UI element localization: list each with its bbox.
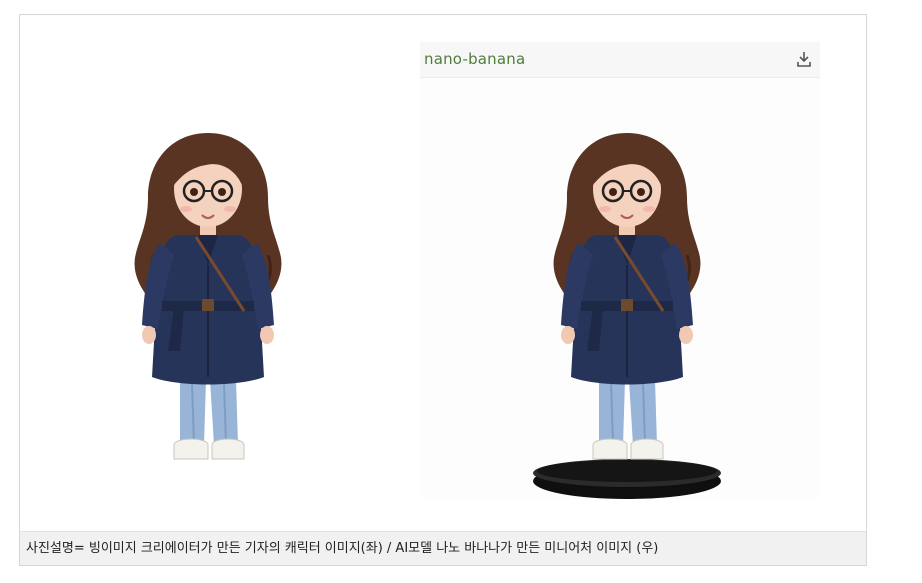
miniature-figure-on-stand bbox=[533, 131, 721, 499]
photo-frame: nano-banana 사진설명= 빙이미지 크리에이터가 만든 기자의 캐릭터… bbox=[19, 14, 867, 566]
panel-title: nano-banana bbox=[424, 50, 526, 68]
photo-area: nano-banana bbox=[20, 15, 866, 531]
nano-banana-panel: nano-banana bbox=[420, 42, 820, 499]
photo-caption: 사진설명= 빙이미지 크리에이터가 만든 기자의 캐릭터 이미지(좌) / AI… bbox=[20, 531, 866, 565]
panel-header: nano-banana bbox=[420, 42, 820, 78]
download-icon[interactable] bbox=[796, 50, 812, 68]
character-figure-illustration bbox=[133, 131, 283, 461]
